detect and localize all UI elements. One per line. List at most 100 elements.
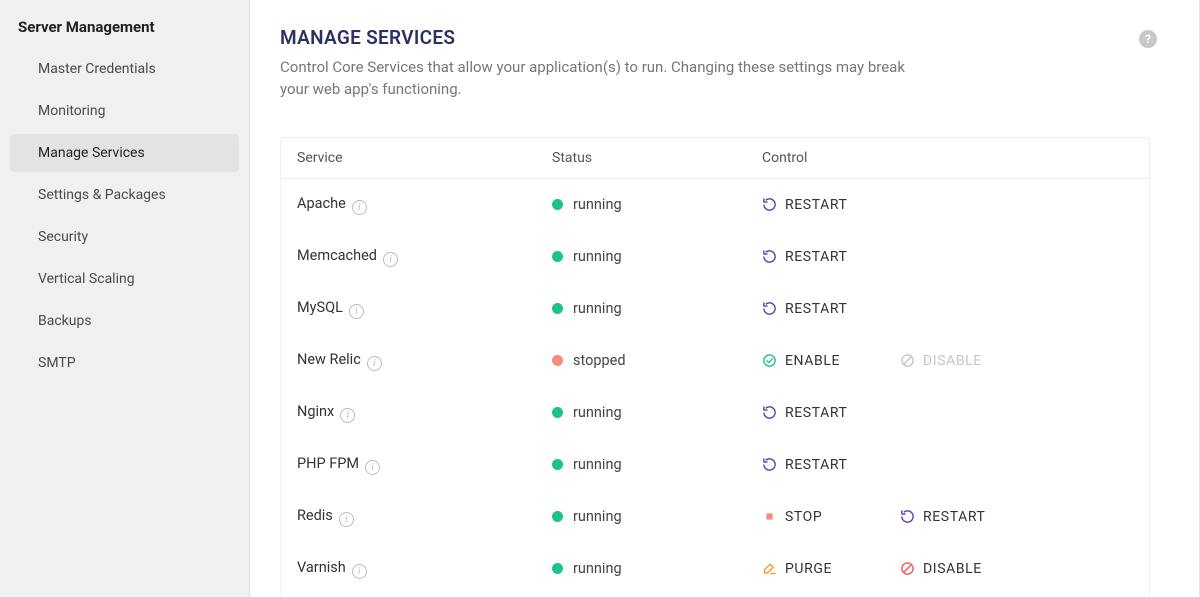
service-status: running [552,404,762,421]
info-icon[interactable]: i [367,356,382,371]
main-panel: ? MANAGE SERVICES Control Core Services … [250,0,1200,597]
page-description: Control Core Services that allow your ap… [280,57,910,101]
sidebar-item-security[interactable]: Security [10,218,239,256]
service-status: running [552,248,762,265]
stop-icon [762,509,777,524]
status-label: running [573,248,622,265]
table-row: Nginxi running RESTART [280,387,1150,439]
sidebar-item-monitoring[interactable]: Monitoring [10,92,239,130]
info-icon[interactable]: i [365,460,380,475]
restart-icon [762,197,777,212]
status-dot-icon [552,303,563,314]
sidebar: Server Management Master Credentials Moni… [0,0,250,597]
control-label: STOP [785,509,822,525]
sidebar-item-smtp[interactable]: SMTP [10,344,239,382]
col-header-service: Service [297,150,552,166]
service-name: Nginx [297,403,334,420]
stop-button[interactable]: STOP [762,509,872,525]
sidebar-item-vertical-scaling[interactable]: Vertical Scaling [10,260,239,298]
status-label: running [573,196,622,213]
restart-icon [762,457,777,472]
info-icon[interactable]: i [383,252,398,267]
disable-icon [900,353,915,368]
status-label: running [573,456,622,473]
service-name: Redis [297,507,333,524]
table-row: Memcached i running RESTART [280,231,1150,283]
table-row: Apachei running RESTART [280,179,1150,231]
disable-button: DISABLE [900,353,1010,369]
enable-button[interactable]: ENABLE [762,353,872,369]
disable-icon [900,561,915,576]
status-label: running [573,404,622,421]
control-label: RESTART [785,405,847,421]
service-name: PHP FPM [297,455,359,472]
service-name: Apache [297,195,346,212]
service-status: running [552,456,762,473]
control-label: RESTART [785,457,847,473]
status-label: running [573,560,622,577]
service-name: Varnish [297,559,346,576]
control-label: RESTART [785,249,847,265]
col-header-control: Control [762,150,1133,166]
control-label: RESTART [923,509,985,525]
service-status: running [552,300,762,317]
restart-icon [900,509,915,524]
restart-icon [762,249,777,264]
table-row: New Relic i stopped ENABLE DISABLE [280,335,1150,387]
table-row: Redisi running STOP RESTART [280,491,1150,543]
sidebar-item-manage-services[interactable]: Manage Services [10,134,239,172]
service-name: MySQL [297,299,343,316]
control-label: DISABLE [923,561,982,577]
restart-button[interactable]: RESTART [762,249,872,265]
enable-icon [762,353,777,368]
control-label: RESTART [785,197,847,213]
status-dot-icon [552,563,563,574]
status-dot-icon [552,459,563,470]
help-icon[interactable]: ? [1139,30,1157,48]
sidebar-item-backups[interactable]: Backups [10,302,239,340]
table-header: Service Status Control [280,137,1150,179]
restart-button[interactable]: RESTART [762,405,872,421]
table-row: PHP FPM i running RESTART [280,439,1150,491]
service-status: running [552,560,762,577]
info-icon[interactable]: i [339,512,354,527]
info-icon[interactable]: i [352,200,367,215]
control-label: ENABLE [785,353,840,369]
table-row: Varnish i running PURGE DISABLE [280,543,1150,595]
disable-button[interactable]: DISABLE [900,561,1010,577]
service-status: running [552,196,762,213]
status-label: running [573,300,622,317]
control-label: PURGE [785,561,832,577]
sidebar-title: Server Management [0,12,249,50]
service-status: stopped [552,352,762,369]
table-row: MySQL i running RESTART [280,283,1150,335]
status-label: stopped [573,352,626,369]
status-label: running [573,508,622,525]
status-dot-icon [552,407,563,418]
restart-button[interactable]: RESTART [900,509,1010,525]
service-status: running [552,508,762,525]
service-name: Memcached [297,247,377,264]
page-title: MANAGE SERVICES [280,26,1169,49]
purge-icon [762,561,777,576]
restart-icon [762,405,777,420]
sidebar-item-master-credentials[interactable]: Master Credentials [10,50,239,88]
control-label: RESTART [785,301,847,317]
restart-button[interactable]: RESTART [762,457,872,473]
service-name: New Relic [297,351,361,368]
purge-button[interactable]: PURGE [762,561,872,577]
control-label: DISABLE [923,353,982,369]
restart-icon [762,301,777,316]
status-dot-icon [552,251,563,262]
restart-button[interactable]: RESTART [762,197,872,213]
status-dot-icon [552,511,563,522]
restart-button[interactable]: RESTART [762,301,872,317]
status-dot-icon [552,199,563,210]
info-icon[interactable]: i [340,408,355,423]
sidebar-item-settings-packages[interactable]: Settings & Packages [10,176,239,214]
info-icon[interactable]: i [349,304,364,319]
col-header-status: Status [552,150,762,166]
info-icon[interactable]: i [352,564,367,579]
status-dot-icon [552,355,563,366]
services-table: Service Status Control ApacheirunningRES… [280,137,1150,595]
